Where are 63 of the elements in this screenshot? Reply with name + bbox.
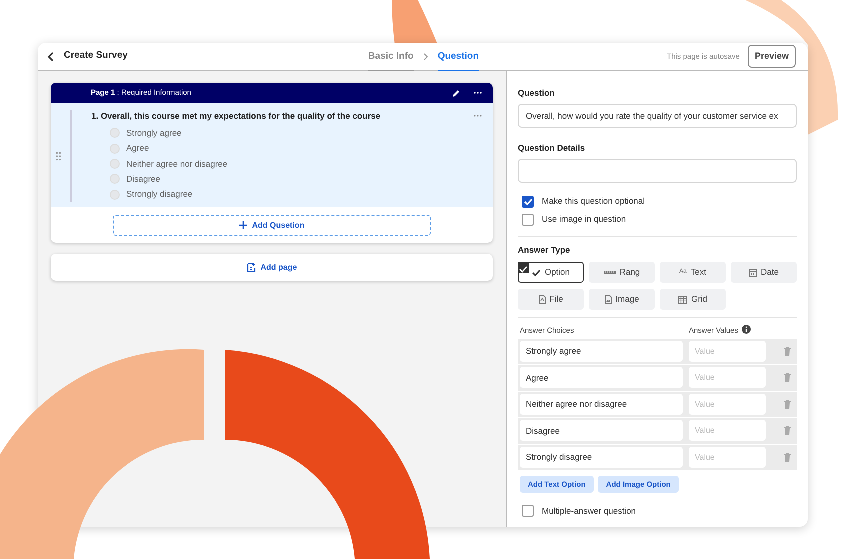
checkbox[interactable] [522, 196, 534, 208]
choice-field[interactable]: Disagree [520, 420, 683, 442]
choice-field[interactable]: Strongly disagree [520, 446, 683, 468]
radio-button[interactable] [110, 144, 120, 154]
section-title: Answer Type [518, 244, 572, 256]
answer-type-option[interactable]: Date [731, 262, 797, 284]
more-icon[interactable] [473, 91, 483, 95]
radio-button[interactable] [110, 190, 120, 200]
trash-icon[interactable] [784, 373, 791, 382]
pencil-icon[interactable] [452, 88, 461, 98]
value-field[interactable]: Value [689, 367, 766, 388]
page-title: Create Survey [64, 49, 128, 64]
page-add-icon [246, 262, 256, 273]
radio-button[interactable] [110, 128, 120, 138]
value-field[interactable]: Value [689, 420, 766, 442]
radio-button[interactable] [110, 174, 120, 184]
field-label: Question Details [518, 142, 586, 154]
trash-icon[interactable] [784, 400, 791, 409]
answer-type-option[interactable]: Option [518, 262, 584, 284]
grid-icon [678, 296, 688, 304]
trash-icon[interactable] [784, 452, 791, 462]
checkbox-label: Use image in question [542, 213, 626, 226]
back-icon[interactable] [46, 50, 56, 62]
decorative-arc [392, 0, 438, 45]
question-title: 1. Overall, this course met my expectations for the quality of the course [92, 110, 382, 123]
answer-type-option[interactable]: Image [589, 289, 655, 310]
option-label: Strongly agree [126, 127, 182, 140]
selected-check-icon [518, 262, 529, 274]
answer-type-option[interactable]: Grid [660, 289, 726, 310]
choice-field[interactable]: Agree [520, 367, 683, 388]
option-label: Neither agree nor disagree [126, 158, 228, 170]
details-field[interactable] [518, 158, 797, 182]
value-field[interactable]: Value [689, 340, 766, 362]
question-field[interactable]: Overall, how would you rate the quality of your customer service ex [518, 104, 797, 128]
radio-button[interactable] [110, 158, 120, 169]
ruler-icon [604, 270, 616, 276]
choice-field[interactable]: Neither agree nor disagree [520, 394, 683, 415]
answer-type-option[interactable]: File [518, 289, 584, 310]
image-icon [604, 295, 612, 304]
value-field[interactable]: Value [689, 394, 766, 415]
option-label: Disagree [126, 172, 161, 186]
checkbox[interactable] [522, 214, 534, 226]
checkbox-label: Multiple-answer question [542, 504, 636, 518]
check-icon [532, 268, 541, 277]
trash-icon[interactable] [784, 426, 791, 436]
drag-handle-icon[interactable] [56, 152, 62, 161]
preview-button[interactable]: Preview [748, 44, 796, 68]
info-icon [742, 325, 752, 334]
file-icon [538, 295, 546, 304]
answer-type-option[interactable]: Rang [589, 262, 655, 284]
plus-icon [239, 221, 248, 230]
option-label: Agree [126, 142, 150, 156]
add-question-button[interactable]: Add Qusetion [113, 215, 431, 236]
option-label: Strongly disagree [126, 188, 193, 201]
trash-icon[interactable] [784, 346, 791, 356]
value-field[interactable]: Value [689, 446, 766, 468]
calendar-icon [749, 268, 758, 277]
choice-field[interactable]: Strongly agree [520, 340, 683, 362]
add-page-button[interactable]: Add page [51, 254, 493, 282]
checkbox[interactable] [522, 505, 534, 518]
checkbox-label: Make this question optional [542, 195, 646, 208]
chevron-icon [422, 52, 429, 62]
field-label: Question [518, 87, 556, 100]
